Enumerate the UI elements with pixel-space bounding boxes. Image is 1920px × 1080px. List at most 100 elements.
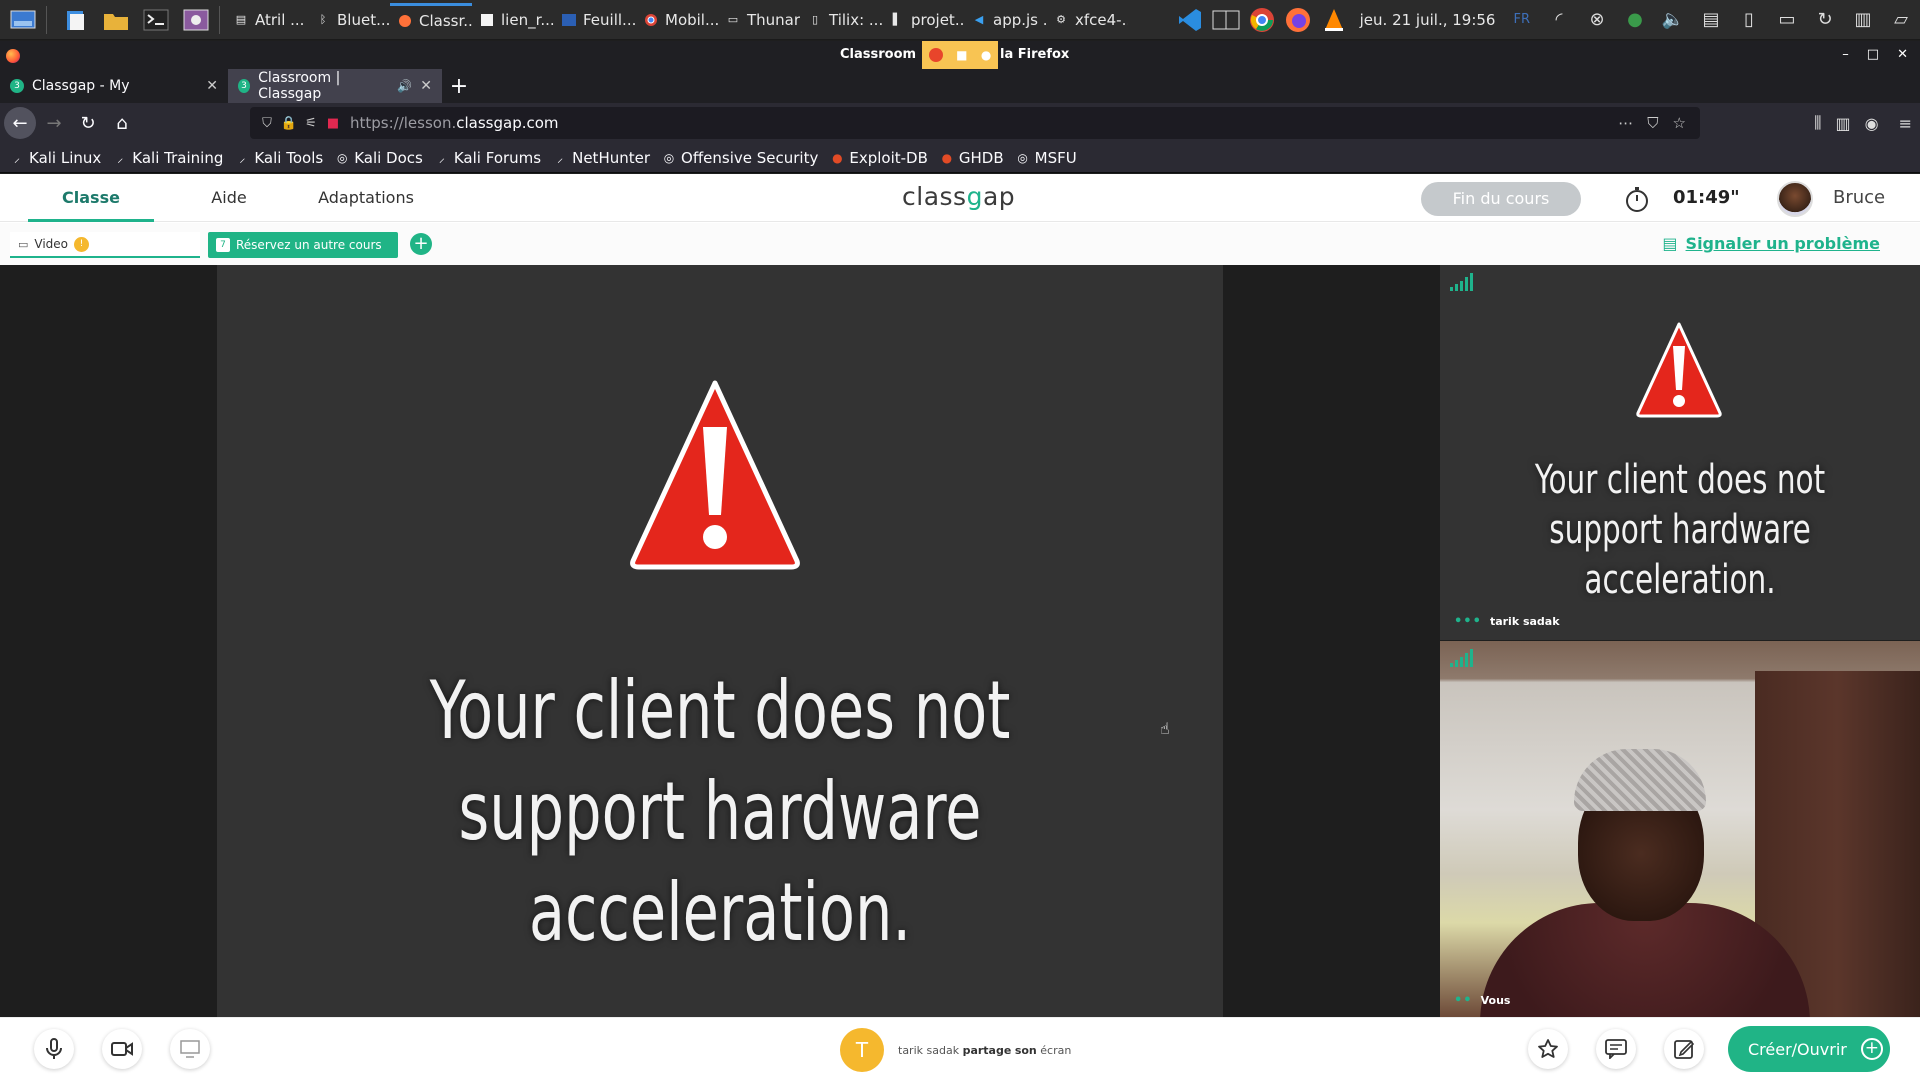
screen-share-button[interactable] (170, 1029, 210, 1069)
account-icon[interactable]: ◉ (1865, 114, 1879, 133)
tab-aide[interactable]: Aide (200, 174, 258, 222)
home-button[interactable]: ⌂ (106, 107, 138, 139)
security-shield-icon[interactable]: ● (1616, 3, 1654, 37)
taskbar-window-firefox[interactable]: Classr... (390, 2, 472, 37)
edit-button[interactable] (1664, 1029, 1704, 1069)
vscode-launcher-icon[interactable] (1172, 3, 1208, 37)
trash-icon[interactable]: ▥ (1844, 3, 1882, 37)
lock-icon[interactable]: 🔒 (278, 116, 300, 131)
menu-icon[interactable]: ≡ (1899, 114, 1912, 133)
back-button[interactable]: ← (4, 107, 36, 139)
sharing-indicator[interactable]: ■ ● (922, 41, 998, 69)
toolbar-right: ⫼ ▥ ◉ ≡ (1814, 107, 1912, 139)
favorite-button[interactable] (1528, 1029, 1568, 1069)
wifi-icon[interactable]: ◜ (1540, 3, 1578, 37)
classgap-favicon-icon: 3 (10, 79, 24, 93)
screenshot-icon[interactable]: ▱ (1882, 3, 1920, 37)
clock[interactable]: jeu. 21 juil., 19:56 (1352, 11, 1504, 29)
bookmark-kali-docs[interactable]: ◎ Kali Docs (335, 149, 423, 167)
taskbar-window-bluetooth[interactable]: ᛒ Bluet... (308, 3, 390, 37)
workspace-switcher-icon[interactable] (1208, 3, 1244, 37)
display-icon[interactable]: ▭ (1768, 3, 1806, 37)
taskbar-window-text-editor[interactable]: lien_r... (472, 3, 554, 37)
browser-tab-classroom[interactable]: 3 Classroom | Classgap 🔊 ✕ (228, 69, 442, 103)
firefox-launcher-icon[interactable] (1280, 3, 1316, 37)
maximize-icon[interactable]: □ (1867, 41, 1879, 69)
taskbar-window-chrome[interactable]: Mobil... (636, 3, 718, 37)
globe-icon: ◎ (663, 150, 675, 165)
pocket-icon[interactable]: ⛉ (1647, 114, 1658, 132)
battery-icon[interactable]: ▯ (1730, 3, 1768, 37)
url-text: https://lesson.classgap.com (350, 114, 559, 132)
close-tab-icon[interactable]: ✕ (420, 78, 432, 94)
remote-participant-tile[interactable]: Your client does not support hardware ac… (1440, 265, 1920, 640)
globe-icon: ◎ (336, 150, 348, 165)
volume-icon[interactable]: 🔈 (1654, 3, 1692, 37)
blocked-circle-icon[interactable]: ⊗ (1578, 3, 1616, 37)
self-video-tile[interactable]: •• Vous (1440, 641, 1920, 1017)
taskbar-window-vscode[interactable]: ◀app.js ... (964, 3, 1046, 37)
permissions-icon[interactable]: ⚟ (300, 116, 322, 131)
desktop-icon[interactable] (6, 4, 40, 36)
bookmark-msfu[interactable]: ◎ MSFU (1016, 149, 1076, 167)
speaker-icon[interactable]: 🔊 (397, 79, 412, 93)
bookmark-nethunter[interactable]: ⸝ NetHunter (553, 149, 650, 167)
folder-launcher-icon[interactable] (99, 4, 133, 36)
url-bar[interactable]: ⛉ 🔒 ⚟ ■ https://lesson.classgap.com ⋯ ⛉ … (250, 107, 1700, 139)
bookmark-kali-forums[interactable]: ⸝ Kali Forums (435, 149, 541, 167)
terminal-launcher-icon[interactable] (139, 4, 173, 36)
vlc-launcher-icon[interactable] (1316, 3, 1352, 37)
forward-button[interactable]: → (38, 107, 70, 139)
new-tab-button[interactable]: + (442, 69, 476, 103)
user-name[interactable]: Bruce (1833, 187, 1885, 208)
notifications-icon[interactable]: ▤ (1692, 3, 1730, 37)
classroom-toolbar: ▭ Video ! 7 Réservez un autre cours + ▤ … (0, 223, 1920, 265)
report-problem-link[interactable]: ▤ Signaler un problème (1662, 234, 1880, 253)
reload-button[interactable]: ↻ (72, 107, 104, 139)
create-open-button[interactable]: Créer/Ouvrir + (1728, 1026, 1890, 1072)
end-lesson-button[interactable]: Fin du cours (1421, 182, 1581, 216)
microphone-button[interactable] (34, 1029, 74, 1069)
book-another-lesson-button[interactable]: 7 Réservez un autre cours (208, 232, 398, 258)
page-actions-icon[interactable]: ⋯ (1618, 114, 1633, 132)
bookmark-offensive-security[interactable]: ◎ Offensive Security (662, 149, 819, 167)
keyboard-layout-indicator[interactable]: FR (1503, 12, 1540, 27)
add-tool-button[interactable]: + (410, 233, 432, 255)
tracking-shield-icon[interactable]: ⛉ (256, 116, 278, 131)
browser-tab-classgap-my[interactable]: 3 Classgap - My ✕ (0, 69, 228, 103)
media-launcher-icon[interactable] (179, 4, 213, 36)
bookmark-kali-linux[interactable]: ⸝ Kali Linux (10, 149, 101, 167)
taskbar-window-thunar[interactable]: ▭ Thunar (718, 3, 800, 37)
bookmark-ghdb[interactable]: ● GHDB (940, 149, 1004, 167)
tab-classe[interactable]: Classe (28, 174, 154, 222)
library-icon[interactable]: ⫼ (1814, 113, 1821, 133)
taskbar-window-project[interactable]: ▌ projet... (882, 3, 964, 37)
video-tab[interactable]: ▭ Video ! (10, 232, 200, 258)
refresh-icon[interactable]: ↻ (1806, 3, 1844, 37)
taskbar-window-atril[interactable]: ▤ Atril ... (226, 3, 308, 37)
kali-dragon-icon: ⸝ (557, 151, 564, 165)
microphone-icon: ● (980, 48, 992, 62)
sidebar-icon[interactable]: ▥ (1836, 114, 1851, 133)
classgap-logo[interactable]: classgap (902, 182, 1015, 211)
chat-button[interactable] (1596, 1029, 1636, 1069)
minimize-icon[interactable]: – (1842, 41, 1849, 69)
bookmark-kali-tools[interactable]: ⸝ Kali Tools (235, 149, 323, 167)
taskbar-window-xfce4[interactable]: ⚙xfce4-... (1046, 3, 1128, 37)
self-name-tag: •• Vous (1454, 993, 1511, 1008)
bookmark-exploit-db[interactable]: ● Exploit-DB (830, 149, 928, 167)
shared-screen-view[interactable]: Your client does not support hardware ac… (217, 265, 1223, 1017)
bookmark-kali-training[interactable]: ⸝ Kali Training (113, 149, 223, 167)
camera-button[interactable] (102, 1029, 142, 1069)
bookmark-star-icon[interactable]: ☆ (1673, 114, 1686, 132)
file-manager-launcher-icon[interactable] (59, 4, 93, 36)
chrome-launcher-icon[interactable] (1244, 3, 1280, 37)
tab-adaptations[interactable]: Adaptations (316, 174, 416, 222)
camera-sharing-icon[interactable]: ■ (322, 116, 344, 131)
close-tab-icon[interactable]: ✕ (206, 78, 218, 94)
taskbar-window-tilix[interactable]: ▯ Tilix: ... (800, 3, 882, 37)
close-window-icon[interactable]: ✕ (1897, 41, 1908, 69)
avatar[interactable] (1777, 181, 1813, 217)
taskbar-window-word[interactable]: Feuill... (554, 3, 636, 37)
chat-bubble-icon: ▤ (1662, 234, 1678, 253)
